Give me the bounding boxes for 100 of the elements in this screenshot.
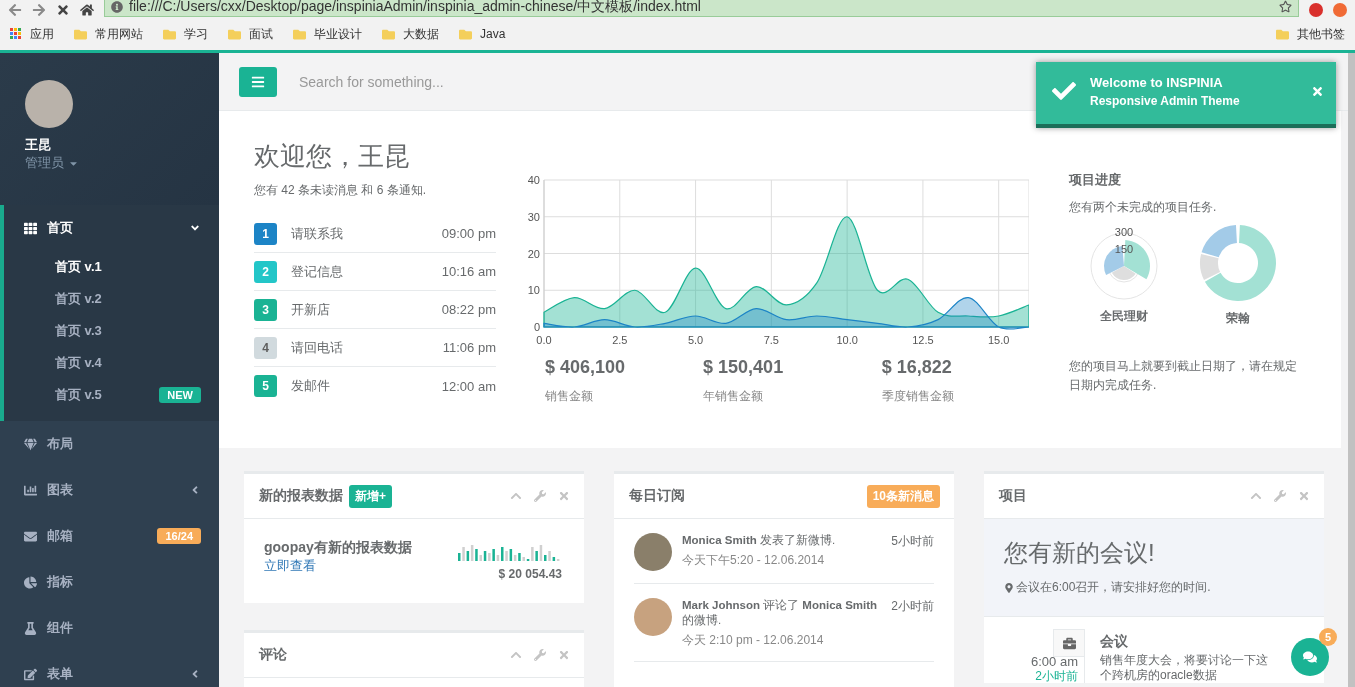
task-time: 09:00 pm xyxy=(441,226,496,241)
panel-title: 评论 xyxy=(259,646,288,664)
section-subtitle: 您有两个未完成的项目任务. xyxy=(1069,199,1218,216)
stat-label: 季度销售金额 xyxy=(881,388,955,405)
axis-label: 0 xyxy=(533,321,540,333)
axis-label: 10 xyxy=(527,284,540,297)
stat-value: $ 150,401 xyxy=(703,357,785,378)
extension-icon[interactable] xyxy=(1333,3,1347,17)
forward-icon[interactable] xyxy=(32,3,46,17)
bookmark[interactable]: Java xyxy=(459,27,506,41)
scrollbar[interactable] xyxy=(1348,53,1355,687)
bookmark[interactable]: 应用 xyxy=(10,25,54,43)
edit-icon xyxy=(24,667,37,681)
bookmark[interactable]: 学习 xyxy=(163,25,208,43)
folder-icon xyxy=(459,27,472,41)
task-time: 12:00 am xyxy=(441,378,496,394)
feed-date: 今天下午5:20 - 12.06.2014 xyxy=(682,552,826,569)
pie-chart-icon xyxy=(24,575,37,589)
nav-item[interactable]: 图表 xyxy=(4,467,219,513)
nav-subitem[interactable]: 首页 v.5 NEW xyxy=(4,379,219,411)
nav-subitem[interactable]: 首页 v.1 xyxy=(4,251,219,283)
stat-value: $ 406,100 xyxy=(545,357,627,378)
nav-subitem[interactable]: 首页 v.3 xyxy=(4,315,219,347)
task-label: 请回电话 xyxy=(291,338,344,357)
feed-message: Monica Smith 发表了新微博. xyxy=(682,533,837,548)
nav-subitem[interactable]: 首页 v.2 xyxy=(4,283,219,315)
count-badge: 5 xyxy=(1319,628,1337,646)
home-icon[interactable] xyxy=(80,3,94,17)
view-link[interactable]: 立即查看 xyxy=(264,557,412,575)
number-badge: 2 xyxy=(254,260,277,283)
axis-label: 10.0 xyxy=(836,334,858,346)
back-icon[interactable] xyxy=(8,3,22,17)
close-icon[interactable] xyxy=(558,490,570,502)
flask-icon xyxy=(24,621,37,635)
avatar xyxy=(25,80,73,128)
bookmark[interactable]: 大数据 xyxy=(382,25,439,43)
close-icon[interactable] xyxy=(1311,84,1324,98)
panel-title: 新的报表数据 xyxy=(259,487,343,505)
bookmark[interactable]: 常用网站 xyxy=(74,25,143,43)
report-heading: goopay有新的报表数据 xyxy=(264,539,412,557)
axis-label: 2.5 xyxy=(612,334,628,346)
menu-icon xyxy=(251,74,265,89)
grid-icon xyxy=(24,221,37,235)
apps-icon xyxy=(10,28,22,40)
star-icon[interactable] xyxy=(1279,0,1292,13)
folder-icon xyxy=(163,27,176,41)
timeline-title: 会议 xyxy=(1100,633,1129,651)
feed-message: Mark Johnson 评论了 Monica Smith 的微博. xyxy=(682,598,879,628)
chart-label: 全民理财 xyxy=(1100,308,1148,325)
nav-subitem[interactable]: 首页 v.4 xyxy=(4,347,219,379)
panel-title: 项目 xyxy=(999,487,1028,505)
panel-title: 每日订阅 xyxy=(629,487,686,505)
label-tag: 新增+ xyxy=(349,484,392,508)
nav-item[interactable]: 首页 xyxy=(4,205,219,251)
meeting-title: 您有新的会议! xyxy=(1004,538,1156,568)
collapse-icon[interactable] xyxy=(1250,490,1262,502)
folder-icon xyxy=(293,27,306,41)
feed-date: 今天 2:10 pm - 12.06.2014 xyxy=(682,632,825,649)
stop-icon[interactable] xyxy=(56,3,70,17)
menu-button[interactable] xyxy=(239,66,277,97)
nav-item[interactable]: 组件 xyxy=(4,605,219,651)
close-icon[interactable] xyxy=(1298,490,1310,502)
axis-label: 7.5 xyxy=(763,334,779,346)
folder-icon xyxy=(382,27,395,41)
welcome-title: 欢迎您，王昆 xyxy=(254,140,411,173)
collapse-icon[interactable] xyxy=(510,490,522,502)
user-name: 王昆 xyxy=(25,136,52,154)
stat-label: 年销售金额 xyxy=(703,388,765,405)
task-label: 发邮件 xyxy=(291,377,331,395)
envelope-icon xyxy=(24,529,37,543)
nav-item[interactable]: 邮箱 16/24 xyxy=(4,513,219,559)
nav-item[interactable]: 表单 xyxy=(4,651,219,687)
task-label: 开新店 xyxy=(291,300,331,319)
meeting-note: 会议在6:00召开，请安排好您的时间. xyxy=(1016,579,1211,596)
time-ago: 2小时前 xyxy=(891,598,934,615)
bookmark[interactable]: 其他书签 xyxy=(1276,25,1345,43)
avatar xyxy=(634,598,672,636)
axis-label: 30 xyxy=(527,210,540,223)
user-role-dropdown[interactable]: 管理员 xyxy=(25,154,194,172)
bookmark[interactable]: 毕业设计 xyxy=(293,25,362,43)
bookmark[interactable]: 面试 xyxy=(228,25,273,43)
extension-icon[interactable] xyxy=(1309,3,1323,17)
avatar xyxy=(634,533,672,571)
info-icon[interactable] xyxy=(111,0,123,13)
number-badge: 1 xyxy=(254,222,277,245)
task-label: 登记信息 xyxy=(291,262,344,281)
map-pin-icon xyxy=(1004,582,1014,593)
badge: 16/24 xyxy=(157,528,201,544)
timeline-ago: 2小时前 xyxy=(1035,669,1078,683)
wrench-icon[interactable] xyxy=(534,490,546,502)
nav-item[interactable]: 布局 xyxy=(4,421,219,467)
search-field[interactable]: Search for something... xyxy=(297,72,697,91)
nav-item[interactable]: 指标 xyxy=(4,559,219,605)
bar-chart-icon xyxy=(24,483,37,497)
close-icon[interactable] xyxy=(558,649,570,661)
collapse-icon[interactable] xyxy=(510,649,522,661)
wrench-icon[interactable] xyxy=(534,649,546,661)
wrench-icon[interactable] xyxy=(1274,490,1286,502)
folder-icon xyxy=(1276,27,1289,41)
task-time: 11:06 pm xyxy=(442,340,496,355)
